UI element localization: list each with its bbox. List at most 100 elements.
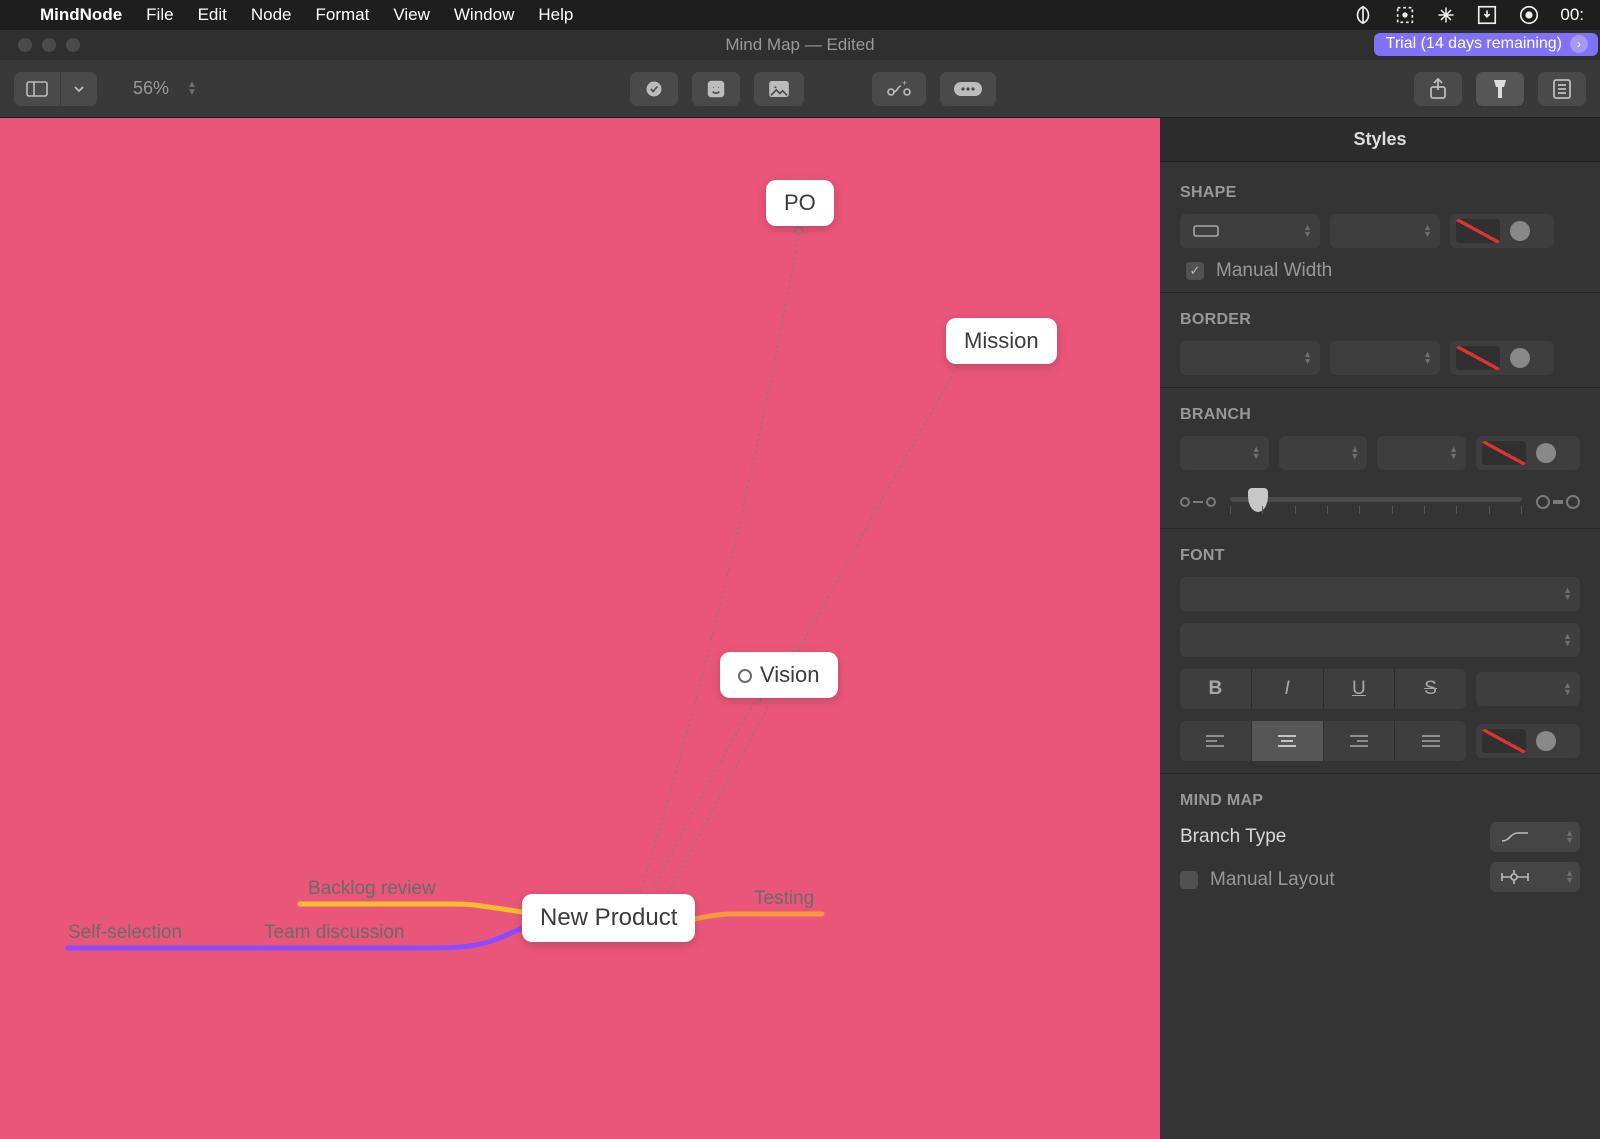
strikethrough-button[interactable]: S [1394,669,1466,709]
font-weight-select[interactable]: ▲▼ [1180,623,1580,657]
align-center-button[interactable] [1251,721,1323,761]
section-border: BORDER [1180,311,1580,329]
menu-node[interactable]: Node [251,5,292,25]
screenshot-icon[interactable] [1394,4,1416,26]
layout-direction-select[interactable]: ▲▼ [1490,862,1580,892]
menu-help[interactable]: Help [538,5,573,25]
zoom-value: 56% [133,78,169,99]
checkmark-icon: ✓ [1186,262,1204,280]
bold-button[interactable]: B [1180,669,1251,709]
node-po[interactable]: PO [766,180,834,226]
branch-color[interactable] [1476,436,1580,470]
text-align-segmented[interactable] [1180,721,1466,761]
section-branch: BRANCH [1180,406,1580,424]
close-window-icon[interactable] [18,38,32,52]
more-button[interactable] [940,72,996,106]
node-center-label: New Product [540,904,677,931]
record-icon[interactable] [1518,4,1540,26]
style-panel-button[interactable] [1476,72,1524,106]
shape-size-select[interactable]: ▲▼ [1330,214,1440,248]
border-color[interactable] [1450,341,1554,375]
traffic-lights[interactable] [0,38,80,52]
shape-fill-color[interactable] [1450,214,1554,248]
align-left-button[interactable] [1180,721,1251,761]
separator [1160,387,1600,388]
section-mindmap: MIND MAP [1180,792,1580,810]
chevron-down-icon[interactable] [61,72,97,106]
node-center[interactable]: New Product [522,894,695,942]
italic-button[interactable]: I [1251,669,1323,709]
toolbar: 56% ▲▼ + [0,60,1600,118]
no-fill-icon [1456,219,1500,243]
task-check-button[interactable] [630,72,678,106]
menu-edit[interactable]: Edit [198,5,227,25]
zoom-window-icon[interactable] [66,38,80,52]
separator [1160,773,1600,774]
branch-thickness-slider[interactable] [1180,486,1580,518]
manual-width-checkbox[interactable]: ✓ Manual Width [1186,260,1580,282]
manual-width-label: Manual Width [1216,260,1332,282]
branch-type-select[interactable]: ▲▼ [1490,822,1580,852]
node-po-label: PO [784,190,816,215]
menu-format[interactable]: Format [316,5,370,25]
node-vision-label: Vision [760,662,820,687]
zoom-stepper-icon[interactable]: ▲▼ [187,81,197,96]
trial-badge[interactable]: Trial (14 days remaining) › [1374,33,1598,56]
branch-testing-label[interactable]: Testing [754,888,814,910]
window-titlebar: Mind Map — Edited Trial (14 days remaini… [0,30,1600,60]
color-swatch-icon [1536,443,1556,463]
task-circle-icon [738,669,752,683]
branch-type-label: Branch Type [1180,826,1286,848]
align-right-button[interactable] [1323,721,1395,761]
node-mission-label: Mission [964,328,1039,353]
menu-window[interactable]: Window [454,5,514,25]
color-swatch-icon [1536,731,1556,751]
zoom-control[interactable]: 56% ▲▼ [111,72,213,106]
style-panel: Styles SHAPE ▲▼ ▲▼ ✓ Manual Width [1160,118,1600,1139]
menu-view[interactable]: View [393,5,430,25]
underline-button[interactable]: U [1323,669,1395,709]
branch-dash-select[interactable]: ▲▼ [1279,436,1368,470]
panel-header: Styles [1160,118,1600,162]
menubar-clock: 00: [1560,5,1584,25]
sticker-button[interactable] [692,72,740,106]
outline-panel-button[interactable] [1538,72,1586,106]
color-swatch-icon [1510,348,1530,368]
section-shape: SHAPE [1180,184,1580,202]
macos-menubar: MindNode File Edit Node Format View Wind… [0,0,1600,30]
chevron-right-icon: › [1570,35,1588,53]
no-fill-icon [1482,729,1526,753]
minimize-window-icon[interactable] [42,38,56,52]
node-vision[interactable]: Vision [720,652,838,698]
branch-self-label[interactable]: Self-selection [68,922,182,944]
manual-layout-checkbox[interactable]: Manual Layout [1180,869,1335,891]
branch-style-select[interactable]: ▲▼ [1180,436,1269,470]
app-name[interactable]: MindNode [40,5,122,25]
font-family-select[interactable]: ▲▼ [1180,577,1580,611]
hash-icon[interactable] [1436,5,1456,25]
image-button[interactable] [754,72,804,106]
branch-team-label[interactable]: Team discussion [264,922,404,944]
sidebar-toggle[interactable] [14,72,97,106]
node-mission[interactable]: Mission [946,318,1057,364]
slider-thick-icon [1536,495,1580,509]
font-color[interactable] [1476,724,1580,758]
download-tray-icon[interactable] [1476,4,1498,26]
branch-backlog-label[interactable]: Backlog review [308,878,436,900]
connect-nodes-button[interactable]: + [872,72,926,106]
align-justify-button[interactable] [1394,721,1466,761]
leaf-icon[interactable] [1352,4,1374,26]
panel-layout-icon[interactable] [14,72,60,106]
menu-file[interactable]: File [146,5,173,25]
font-size-select[interactable]: ▲▼ [1476,672,1580,706]
border-width-select[interactable]: ▲▼ [1330,341,1440,375]
border-style-select[interactable]: ▲▼ [1180,341,1320,375]
shape-type-select[interactable]: ▲▼ [1180,214,1320,248]
manual-layout-label: Manual Layout [1210,869,1335,891]
font-style-segmented[interactable]: B I U S [1180,669,1466,709]
mindmap-canvas[interactable]: PO Mission Vision New Product Backlog re… [0,118,1160,1139]
share-button[interactable] [1414,72,1462,106]
no-fill-icon [1456,346,1500,370]
branch-width-select[interactable]: ▲▼ [1377,436,1466,470]
slider-thin-icon [1180,497,1216,507]
